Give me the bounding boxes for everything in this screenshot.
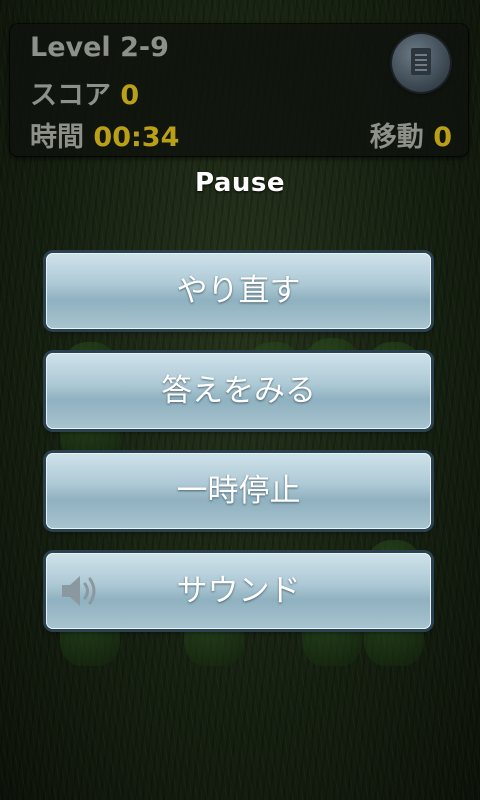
- score-value: 0: [120, 80, 140, 111]
- time-value: 00:34: [93, 122, 180, 153]
- menu-button[interactable]: [392, 34, 450, 92]
- moves-label: 移動: [369, 122, 424, 153]
- moves-value: 0: [433, 122, 452, 153]
- retry-button[interactable]: やり直す: [46, 253, 431, 329]
- menu-sheet-icon: [411, 48, 431, 75]
- moves-display: 移動 0: [370, 115, 452, 154]
- hud-panel: Level 2-9 スコア 0 時間 00:34 移動 0: [10, 24, 468, 156]
- time-label: 時間: [30, 122, 84, 153]
- retry-button-label: やり直す: [176, 273, 301, 309]
- time-display: 時間 00:34: [30, 115, 179, 154]
- show-answer-button-label: 答えをみる: [161, 373, 316, 409]
- sound-button-label: サウンド: [176, 573, 301, 609]
- pause-title: Pause: [194, 168, 286, 198]
- level-label: Level 2-9: [30, 32, 169, 63]
- score-label: スコア: [30, 80, 111, 111]
- sound-button[interactable]: サウンド: [46, 553, 431, 629]
- pause-toggle-button[interactable]: 一時停止: [46, 453, 431, 529]
- show-answer-button[interactable]: 答えをみる: [46, 353, 431, 429]
- score-display: スコア 0: [30, 73, 139, 112]
- pause-toggle-button-label: 一時停止: [176, 473, 301, 509]
